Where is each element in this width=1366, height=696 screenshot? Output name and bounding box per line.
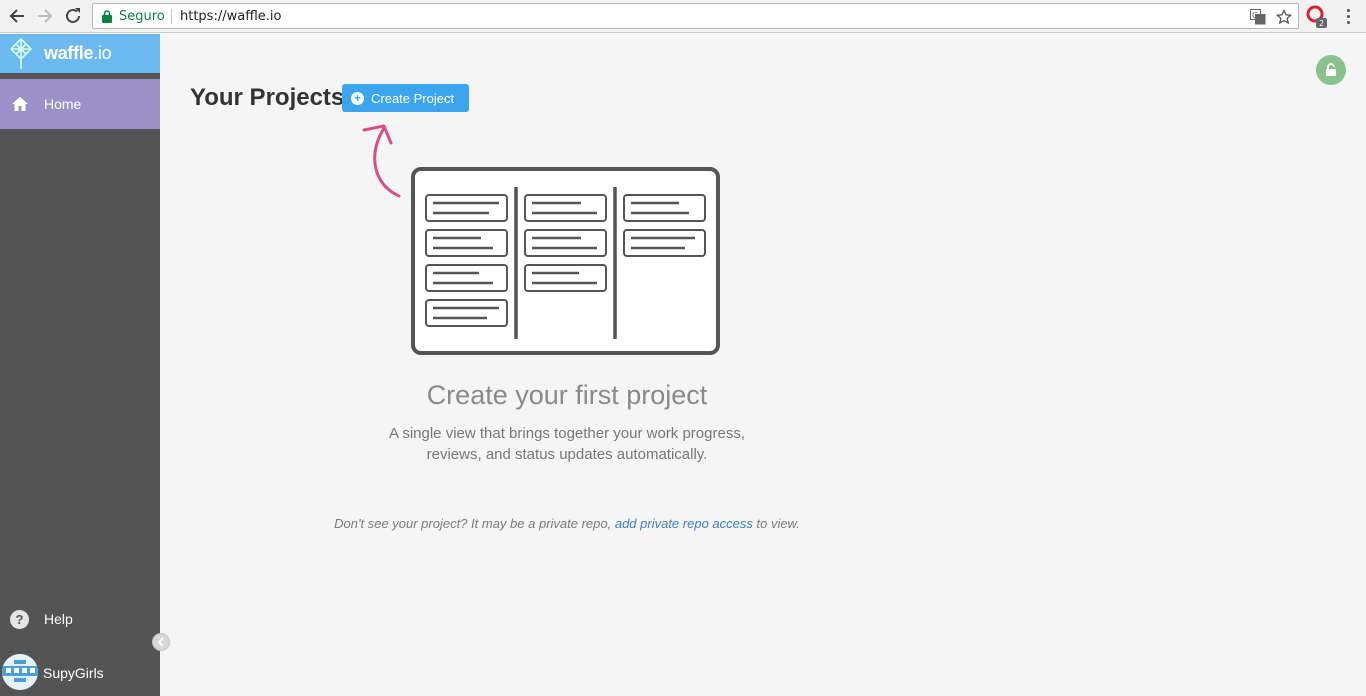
- unlock-icon[interactable]: [1316, 55, 1346, 85]
- secure-label: Seguro: [119, 9, 165, 24]
- board-illustration: [411, 167, 720, 355]
- help-icon: ?: [10, 610, 29, 629]
- opera-extension-icon[interactable]: 2: [1306, 5, 1328, 28]
- private-repo-note: Don't see your project? It may be a priv…: [250, 516, 884, 531]
- note-text: Don't see your project? It may be a priv…: [334, 516, 615, 531]
- back-icon[interactable]: [6, 5, 28, 27]
- empty-state-title: Create your first project: [426, 380, 708, 410]
- menu-icon[interactable]: [1339, 6, 1357, 26]
- sidebar-item-label: Home: [44, 96, 82, 112]
- waffle-logo: [8, 37, 34, 76]
- avatar: [2, 654, 38, 690]
- divider: [171, 9, 172, 24]
- description-line: A single view that brings together your …: [388, 425, 745, 442]
- sidebar-item-home[interactable]: Home: [0, 79, 160, 129]
- note-text: to view.: [752, 516, 800, 531]
- private-repo-access-link[interactable]: add private repo access: [615, 516, 753, 531]
- home-icon: [11, 96, 29, 117]
- lock-icon: [102, 10, 112, 28]
- plus-icon: +: [351, 91, 364, 105]
- forward-icon[interactable]: [34, 5, 56, 27]
- browser-toolbar: Seguro https://waffle.io G 2: [0, 0, 1366, 33]
- button-label: Create Project: [371, 90, 455, 106]
- reload-icon[interactable]: [62, 5, 84, 27]
- sidebar-item-user[interactable]: SupyGirls: [0, 654, 160, 694]
- curved-arrow-illustration: [362, 124, 401, 198]
- collapse-icon[interactable]: [152, 633, 170, 651]
- sidebar-item-label: Help: [44, 611, 73, 627]
- page-title: Your Projects: [190, 84, 345, 111]
- star-icon[interactable]: [1275, 8, 1293, 26]
- svg-text:G: G: [1252, 11, 1258, 20]
- translate-icon[interactable]: G: [1249, 8, 1267, 26]
- sidebar-item-help[interactable]: ? Help: [0, 604, 160, 634]
- description-line: reviews, and status updates automaticall…: [426, 446, 708, 463]
- sidebar-item-label: SupyGirls: [43, 665, 104, 681]
- brand-name: waffle.io: [44, 43, 112, 63]
- address-bar[interactable]: Seguro https://waffle.io G: [92, 3, 1299, 29]
- sidebar: waffle.io Home ? Help SupyGirls: [0, 34, 170, 696]
- create-project-button[interactable]: + Create Project: [342, 84, 469, 112]
- empty-state-description: A single view that brings together your …: [360, 423, 774, 465]
- brand-bar[interactable]: waffle.io: [0, 34, 160, 73]
- extension-badge: 2: [1319, 19, 1324, 28]
- url-text[interactable]: https://waffle.io: [180, 9, 281, 24]
